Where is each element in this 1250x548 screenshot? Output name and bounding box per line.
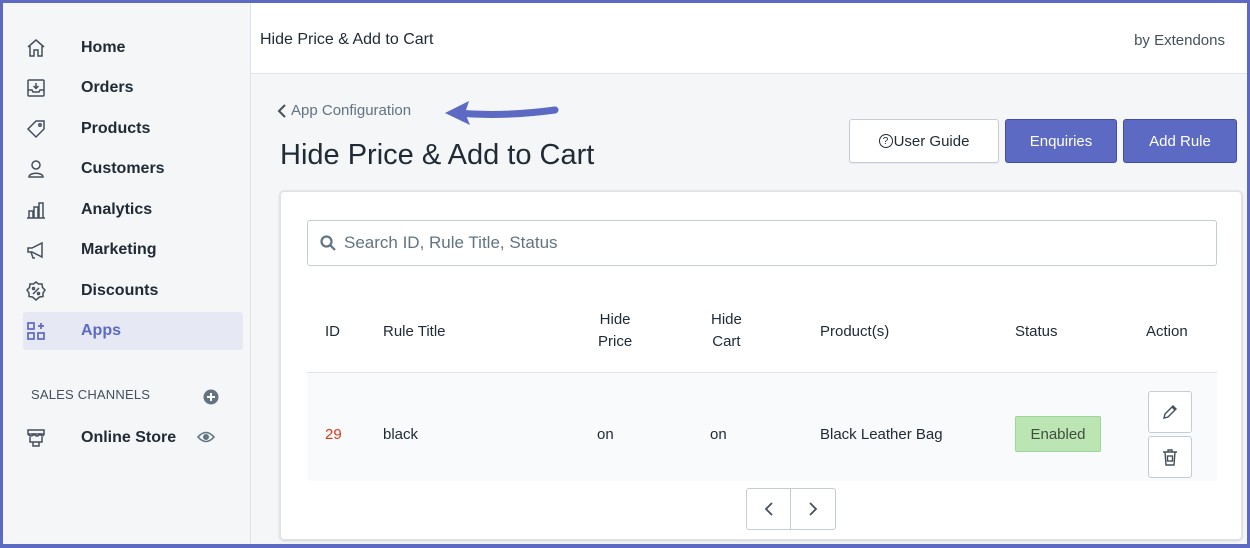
sales-channels-heading: SALES CHANNELS — [31, 387, 151, 402]
sidebar-item-label: Analytics — [81, 201, 153, 218]
user-guide-label: User Guide — [893, 132, 970, 150]
header-hide-price-line1: Hide — [599, 311, 631, 328]
discount-icon — [25, 280, 47, 302]
pagination — [746, 488, 836, 530]
status-badge: Enabled — [1015, 416, 1101, 452]
header-hide-cart-line2: Cart — [712, 333, 741, 350]
cell-hide-price: on — [597, 426, 614, 443]
sidebar-item-products[interactable]: Products — [23, 110, 243, 148]
user-guide-button[interactable]: ? User Guide — [849, 119, 999, 163]
annotation-arrow-icon — [445, 101, 559, 125]
header-status[interactable]: Status — [1015, 323, 1058, 340]
sidebar-item-label: Orders — [81, 79, 134, 96]
sidebar-item-orders[interactable]: Orders — [23, 69, 243, 107]
delete-button[interactable] — [1148, 436, 1192, 478]
person-icon — [25, 158, 47, 180]
sidebar-item-label: Customers — [81, 160, 165, 177]
question-circle-icon: ? — [878, 134, 893, 148]
sidebar-item-apps[interactable]: Apps — [23, 312, 243, 350]
cell-rule-title: black — [383, 426, 419, 443]
header-action: Action — [1146, 323, 1188, 340]
rules-card: ID Rule Title Hide Price Hide Cart Produ… — [280, 191, 1242, 540]
sidebar-item-label: Apps — [81, 322, 121, 339]
app-developer: by Extendons — [1134, 32, 1225, 49]
chevron-left-icon — [277, 103, 286, 118]
page-title: Hide Price & Add to Cart — [280, 139, 595, 171]
tag-icon — [25, 118, 47, 140]
next-page-button[interactable] — [791, 488, 836, 530]
sidebar-item-label: Home — [81, 39, 126, 56]
header-hide-price[interactable]: Hide Price — [598, 309, 632, 353]
pencil-icon — [1163, 405, 1177, 419]
eye-icon[interactable] — [196, 430, 216, 449]
header-hide-price-line2: Price — [598, 333, 633, 350]
breadcrumb[interactable]: App Configuration — [277, 102, 411, 119]
sidebar-item-discounts[interactable]: Discounts — [23, 272, 243, 310]
sidebar-item-customers[interactable]: Customers — [23, 150, 243, 188]
chevron-right-icon — [809, 502, 818, 516]
apps-icon — [25, 320, 47, 342]
home-icon — [25, 37, 47, 59]
sidebar-item-label: Online Store — [81, 429, 177, 446]
bar-chart-icon — [25, 199, 47, 221]
chevron-left-icon — [764, 502, 773, 516]
sidebar: Home Orders Products Customers Analytics… — [3, 3, 251, 544]
cell-id: 29 — [325, 426, 342, 443]
sidebar-item-label: Products — [81, 120, 151, 137]
top-bar: Hide Price & Add to Cart by Extendons — [251, 3, 1247, 74]
sidebar-item-analytics[interactable]: Analytics — [23, 191, 243, 229]
header-hide-cart[interactable]: Hide Cart — [711, 309, 742, 353]
orders-icon — [25, 77, 47, 99]
app-name: Hide Price & Add to Cart — [260, 31, 434, 48]
cell-products: Black Leather Bag — [820, 426, 943, 443]
store-icon — [25, 427, 47, 449]
previous-page-button[interactable] — [746, 488, 791, 530]
header-hide-cart-line1: Hide — [711, 311, 742, 328]
search-icon — [320, 235, 336, 251]
megaphone-icon — [25, 239, 47, 261]
sidebar-item-label: Marketing — [81, 241, 157, 258]
search-input[interactable] — [342, 232, 1206, 254]
header-id[interactable]: ID — [325, 323, 340, 340]
edit-button[interactable] — [1148, 391, 1192, 433]
cell-hide-cart: on — [710, 426, 727, 443]
search-box[interactable] — [307, 220, 1217, 266]
enquiries-button[interactable]: Enquiries — [1005, 119, 1117, 163]
header-products[interactable]: Product(s) — [820, 323, 889, 340]
sidebar-item-home[interactable]: Home — [23, 29, 243, 67]
trash-icon — [1163, 449, 1177, 466]
sidebar-item-marketing[interactable]: Marketing — [23, 231, 243, 269]
header-rule-title[interactable]: Rule Title — [383, 323, 446, 340]
breadcrumb-label: App Configuration — [291, 102, 412, 119]
add-channel-icon[interactable] — [203, 389, 219, 410]
add-rule-button[interactable]: Add Rule — [1123, 119, 1237, 163]
sidebar-item-label: Discounts — [81, 282, 159, 299]
